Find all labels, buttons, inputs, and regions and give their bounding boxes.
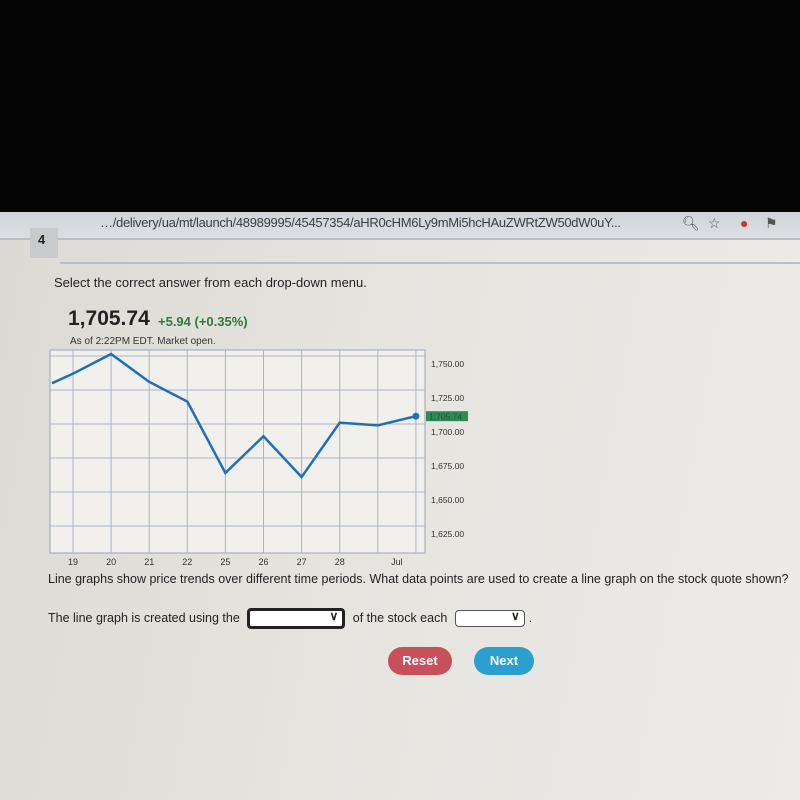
next-button[interactable]: Next: [474, 647, 534, 675]
current-price-dot: [412, 412, 420, 420]
x-tick-label: 21: [144, 557, 154, 567]
x-tick-label: 28: [335, 557, 345, 567]
question-text: Line graphs show price trends over diffe…: [48, 572, 789, 586]
reset-button[interactable]: Reset: [388, 647, 452, 675]
x-tick-label: Jul: [391, 557, 403, 567]
dropdown-1[interactable]: ∨: [247, 608, 346, 629]
chevron-down-icon: ∨: [510, 609, 520, 623]
x-tick-label: 26: [258, 557, 268, 567]
x-tick-label: 27: [297, 557, 307, 567]
x-tick-label: 22: [182, 557, 192, 567]
zoom-icon[interactable]: 🔍︎: [682, 215, 700, 232]
question-page: 4 Select the correct answer from each dr…: [0, 228, 800, 800]
chevron-down-icon: ∨: [329, 609, 339, 623]
y-tick-label: 1,650.00: [431, 495, 464, 505]
answer-text-1: The line graph is created using the: [48, 610, 240, 625]
answer-text-3: .: [528, 610, 533, 625]
current-price-label: 1,705.74: [429, 412, 462, 422]
answer-text-2: of the stock each: [352, 610, 448, 625]
extension-icon[interactable]: ●: [740, 215, 748, 231]
x-tick-label: 25: [220, 557, 230, 567]
y-tick-label: 1,675.00: [431, 461, 464, 471]
screen-bezel: [0, 0, 800, 212]
extension-icon-2[interactable]: ⚑: [765, 215, 778, 232]
y-tick-label: 1,725.00: [431, 393, 464, 403]
browser-address-bar[interactable]: …/delivery/ua/mt/launch/48989995/4545735…: [0, 212, 800, 240]
y-tick-label: 1,625.00: [431, 529, 464, 539]
dropdown-2[interactable]: ∨: [454, 609, 525, 627]
y-tick-label: 1,750.00: [431, 359, 464, 369]
star-icon[interactable]: ☆: [708, 215, 721, 232]
x-tick-label: 20: [106, 557, 116, 567]
x-tick-label: 19: [68, 557, 78, 567]
y-tick-label: 1,700.00: [431, 427, 464, 437]
url-text[interactable]: …/delivery/ua/mt/launch/48989995/4545735…: [100, 215, 621, 230]
answer-sentence: The line graph is created using the ∨ of…: [48, 608, 532, 629]
plot-area: [49, 349, 426, 554]
stock-line-chart: 1,750.00 1,725.00 1,700.00 1,675.00 1,650.00…: [49, 349, 468, 567]
